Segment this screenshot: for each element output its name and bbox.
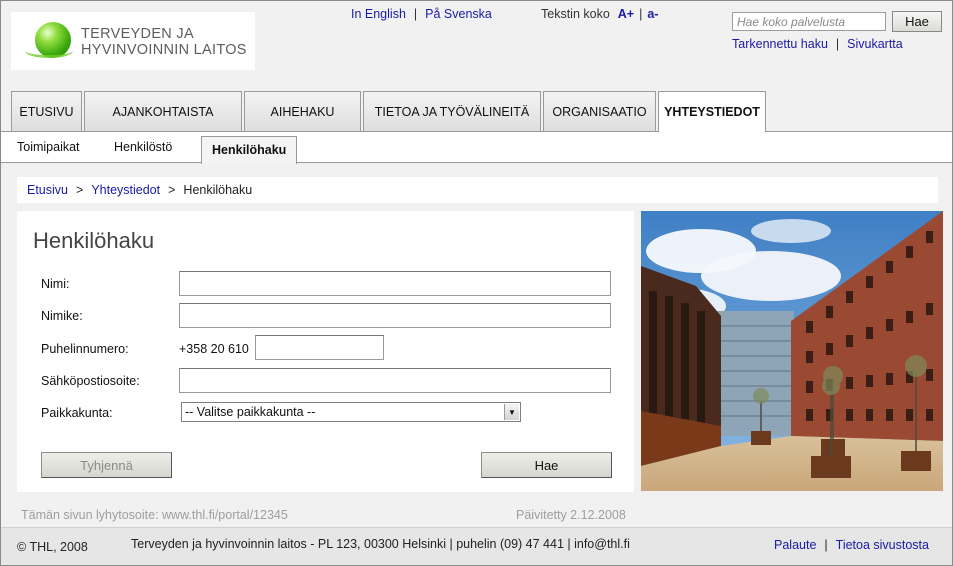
subtab-toimipaikat[interactable]: Toimipaikat bbox=[17, 140, 80, 154]
text-size-control: Tekstin koko A+ | a- bbox=[541, 7, 658, 21]
site-logo[interactable]: TERVEYDEN JA HYVINVOINNIN LAITOS bbox=[11, 12, 255, 70]
breadcrumb-separator: > bbox=[76, 183, 84, 197]
page-title: Henkilöhaku bbox=[33, 228, 155, 253]
email-label: Sähköpostiosoite: bbox=[41, 374, 140, 388]
name-input[interactable] bbox=[179, 271, 611, 296]
jobtitle-label: Nimike: bbox=[41, 309, 83, 323]
page-frame: TERVEYDEN JA HYVINVOINNIN LAITOS In Engl… bbox=[0, 0, 953, 566]
search-button[interactable]: Hae bbox=[481, 452, 612, 478]
separator: | bbox=[413, 7, 418, 21]
tab-aihehaku[interactable]: AIHEHAKU bbox=[244, 91, 361, 131]
tab-yhteystiedot[interactable]: YHTEYSTIEDOT bbox=[658, 91, 766, 132]
text-size-decrease[interactable]: a- bbox=[647, 7, 658, 21]
email-input[interactable] bbox=[179, 368, 611, 393]
phone-prefix: +358 20 610 bbox=[179, 342, 249, 356]
search-links: Tarkennettu haku | Sivukartta bbox=[732, 37, 903, 51]
logo-swoosh-icon bbox=[25, 44, 73, 58]
logo-text: TERVEYDEN JA HYVINVOINNIN LAITOS bbox=[81, 26, 247, 58]
subtab-henkilosto[interactable]: Henkilöstö bbox=[114, 140, 172, 154]
breadcrumb-separator: > bbox=[168, 183, 176, 197]
city-select-value: -- Valitse paikkakunta -- bbox=[185, 405, 316, 419]
separator: | bbox=[639, 7, 643, 21]
city-select[interactable]: -- Valitse paikkakunta -- ▼ bbox=[181, 402, 521, 422]
breadcrumb: Etusivu > Yhteystiedot > Henkilöhaku bbox=[17, 177, 938, 203]
building-photo bbox=[641, 211, 943, 491]
breadcrumb-home[interactable]: Etusivu bbox=[27, 183, 68, 197]
short-address: Tämän sivun lyhytosoite: www.thl.fi/port… bbox=[21, 508, 288, 522]
building-photo-illustration bbox=[641, 211, 943, 491]
tab-ajankohtaista[interactable]: AJANKOHTAISTA bbox=[84, 91, 242, 131]
about-site-link[interactable]: Tietoa sivustosta bbox=[836, 538, 929, 552]
footer-links: Palaute | Tietoa sivustosta bbox=[774, 538, 929, 552]
copyright: © THL, 2008 bbox=[17, 540, 88, 554]
breadcrumb-parent[interactable]: Yhteystiedot bbox=[91, 183, 160, 197]
sitemap-link[interactable]: Sivukartta bbox=[847, 37, 903, 51]
breadcrumb-current: Henkilöhaku bbox=[183, 183, 253, 197]
tab-etusivu[interactable]: ETUSIVU bbox=[11, 91, 82, 131]
separator: | bbox=[835, 37, 840, 51]
chevron-down-icon[interactable]: ▼ bbox=[504, 404, 519, 420]
clear-button[interactable]: Tyhjennä bbox=[41, 452, 172, 478]
site-search-button[interactable]: Hae bbox=[892, 11, 942, 32]
language-links: In English | På Svenska bbox=[351, 7, 492, 21]
updated-date: Päivitetty 2.12.2008 bbox=[516, 508, 626, 522]
page-footer: © THL, 2008 Terveyden ja hyvinvoinnin la… bbox=[1, 527, 952, 565]
phone-label: Puhelinnumero: bbox=[41, 342, 129, 356]
separator: | bbox=[824, 538, 828, 552]
jobtitle-input[interactable] bbox=[179, 303, 611, 328]
phone-input[interactable] bbox=[255, 335, 384, 360]
lang-english-link[interactable]: In English bbox=[351, 7, 406, 21]
tab-tietoa-ja-tyovalineita[interactable]: TIETOA JA TYÖVÄLINEITÄ bbox=[363, 91, 541, 131]
text-size-increase[interactable]: A+ bbox=[618, 7, 634, 21]
name-label: Nimi: bbox=[41, 277, 70, 291]
sub-navigation: Toimipaikat Henkilöstö Henkilöhaku bbox=[1, 132, 952, 164]
text-size-label: Tekstin koko bbox=[541, 7, 610, 21]
advanced-search-link[interactable]: Tarkennettu haku bbox=[732, 37, 828, 51]
person-search-form: Henkilöhaku Nimi: Nimike: Puhelinnumero:… bbox=[17, 211, 634, 492]
tab-organisaatio[interactable]: ORGANISAATIO bbox=[543, 91, 656, 131]
city-label: Paikkakunta: bbox=[41, 406, 113, 420]
site-search-input[interactable] bbox=[732, 12, 886, 31]
feedback-link[interactable]: Palaute bbox=[774, 538, 816, 552]
lang-swedish-link[interactable]: På Svenska bbox=[425, 7, 492, 21]
footer-address: Terveyden ja hyvinvoinnin laitos - PL 12… bbox=[131, 537, 630, 551]
subtab-henkilohaku[interactable]: Henkilöhaku bbox=[201, 136, 298, 164]
